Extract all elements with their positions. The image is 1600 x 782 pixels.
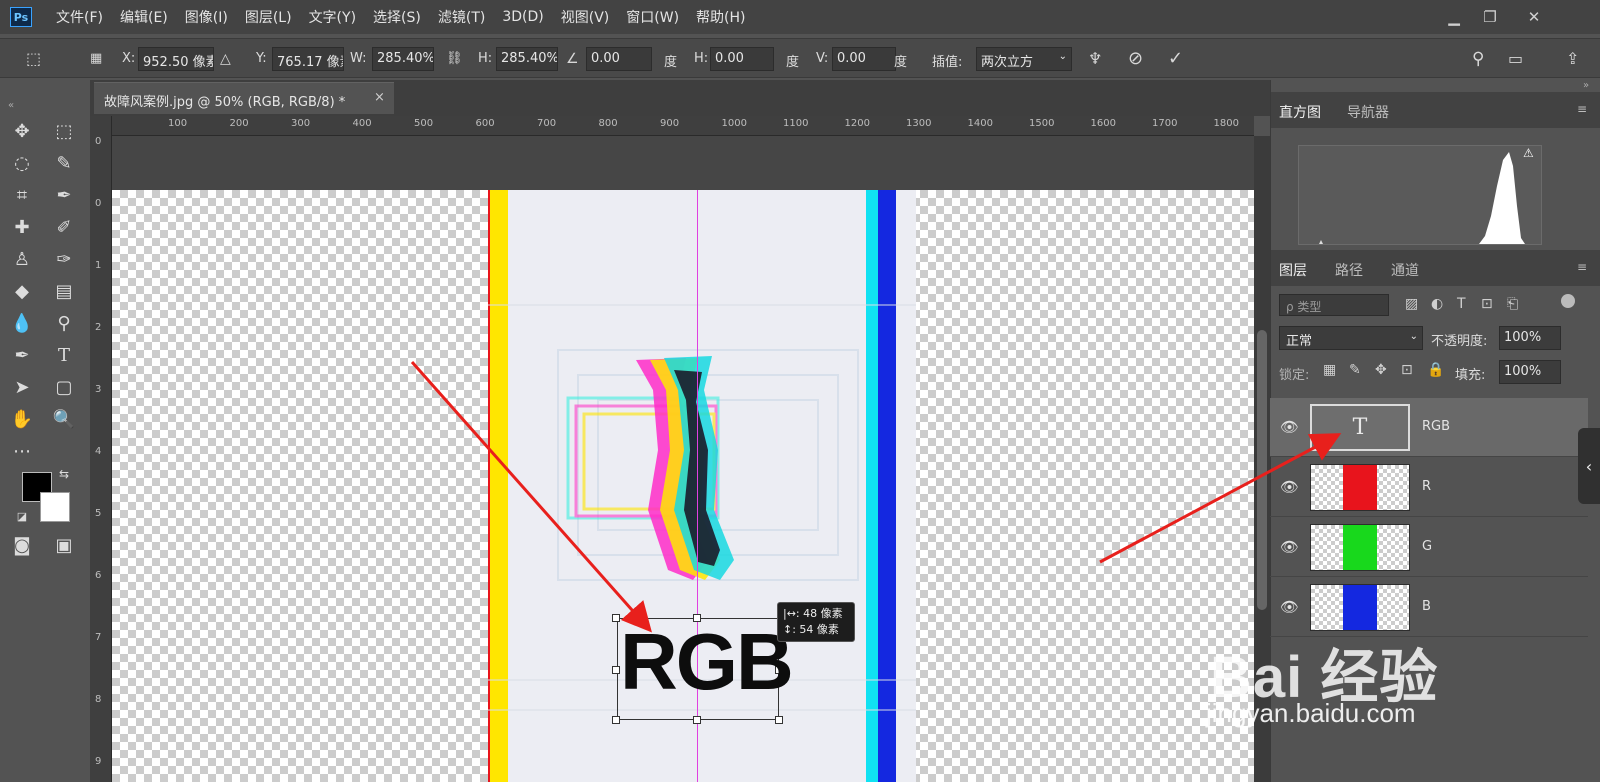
arrow-to-layer: [1099, 433, 1342, 564]
baidu-watermark: Bai 经验 jingyan.baidu.com: [1206, 612, 1510, 742]
photoshop-window: Ps 文件(F) 编辑(E) 图像(I) 图层(L) 文字(Y) 选择(S) 滤镜(T) 3D…: [0, 0, 1600, 782]
watermark-url: jingyan.baidu.com: [1206, 698, 1416, 728]
arrow-to-text: [410, 361, 652, 633]
